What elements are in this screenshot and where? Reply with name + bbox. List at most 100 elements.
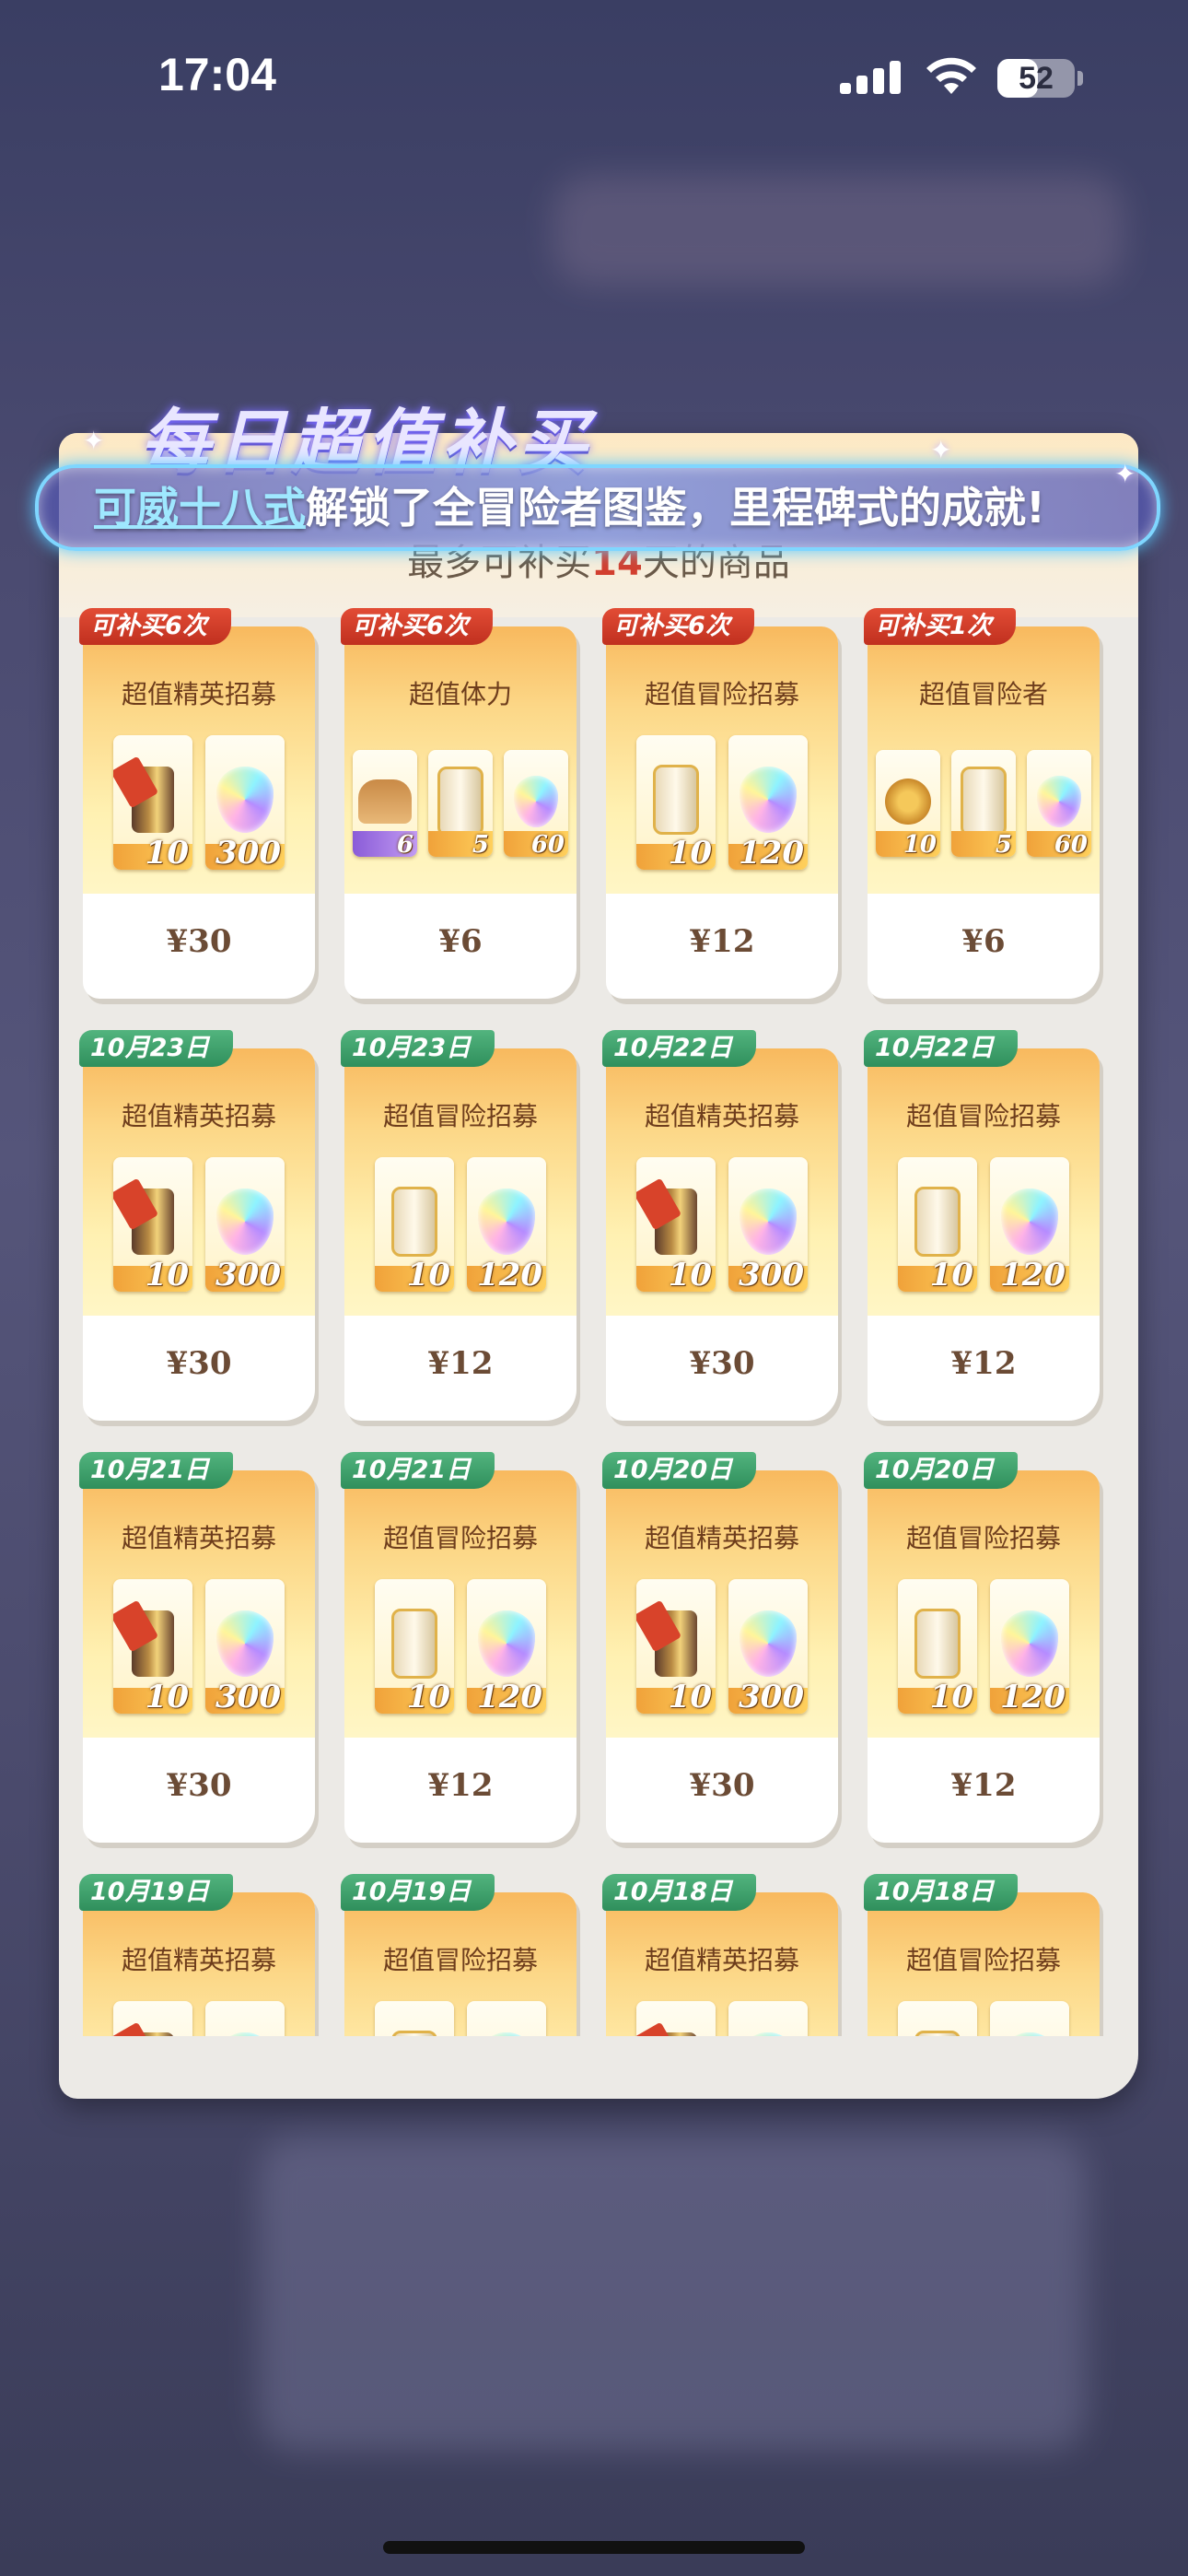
price-button[interactable]: ¥12 <box>868 1767 1100 1804</box>
player-name-link[interactable]: 可威十八式 <box>94 483 306 533</box>
item-count: 10 <box>145 1257 189 1292</box>
reward-items: 10 120 <box>868 1157 1100 1295</box>
home-indicator[interactable] <box>383 2541 805 2554</box>
date-badge: 10月22日 <box>602 1030 757 1067</box>
reward-item[interactable] <box>898 2001 977 2036</box>
reward-item[interactable]: 10 <box>113 1579 192 1714</box>
item-count: 60 <box>1054 831 1088 857</box>
price-button[interactable]: ¥12 <box>344 1767 577 1804</box>
date-badge: 10月22日 <box>864 1030 1019 1067</box>
card-body: 超值冒险者 10 5 60 ¥6 <box>868 626 1100 999</box>
card-body: 超值精英招募 10 300 ¥30 <box>83 1470 315 1843</box>
product-card[interactable]: 超值精英招募 10 300 ¥30 10月23日 <box>79 1030 315 1421</box>
reward-item[interactable] <box>113 2001 192 2036</box>
reward-item[interactable]: 10 <box>113 735 192 870</box>
item-count: 300 <box>739 1679 804 1714</box>
item-count: 120 <box>477 1257 542 1292</box>
reward-item[interactable]: 10 <box>375 1579 454 1714</box>
reward-item[interactable]: 10 <box>636 1579 716 1714</box>
diamond-gem-icon <box>740 1610 797 1678</box>
achievement-notification-banner: 可威十八式解锁了全冒险者图鉴，里程碑式的成就! <box>35 464 1160 551</box>
reward-items: 10 300 <box>83 1157 315 1295</box>
battery-percent: 52 <box>1019 61 1054 96</box>
product-card[interactable]: 超值体力 6 5 60 ¥6 可补买6次 <box>341 608 577 999</box>
product-name: 超值冒险招募 <box>905 1523 1061 1553</box>
reward-item[interactable] <box>467 2001 546 2036</box>
reward-item[interactable]: 10 <box>636 735 716 870</box>
status-time: 17:04 <box>158 49 276 100</box>
price-button[interactable]: ¥30 <box>83 1767 315 1804</box>
reward-item[interactable]: 10 <box>375 1157 454 1292</box>
product-card[interactable]: 超值冒险招募 10 120 ¥12 10月20日 <box>864 1452 1100 1843</box>
reward-item[interactable] <box>990 2001 1069 2036</box>
product-card[interactable]: 超值冒险招募 10 120 ¥12 10月22日 <box>864 1030 1100 1421</box>
item-count: 120 <box>477 1679 542 1714</box>
diamond-gem-icon <box>1037 775 1081 827</box>
card-body: 超值精英招募 10 300 ¥30 <box>606 1048 838 1421</box>
product-name: 超值冒险招募 <box>905 1101 1061 1131</box>
reward-item[interactable]: 300 <box>205 1157 285 1292</box>
reward-items <box>606 2001 838 2036</box>
product-card[interactable]: 超值精英招募 10 300 ¥30 可补买6次 <box>79 608 315 999</box>
reward-item[interactable]: 120 <box>990 1157 1069 1292</box>
price-button[interactable]: ¥30 <box>606 1767 838 1804</box>
product-card[interactable]: 超值冒险招募 10 120 ¥12 10月21日 <box>341 1452 577 1843</box>
reward-item[interactable] <box>375 2001 454 2036</box>
reward-item[interactable]: 6 <box>353 750 417 857</box>
reward-item[interactable]: 120 <box>467 1157 546 1292</box>
reward-item[interactable]: 300 <box>205 735 285 870</box>
reward-item[interactable]: 10 <box>876 750 940 857</box>
reward-item[interactable]: 5 <box>951 750 1016 857</box>
reward-item[interactable]: 60 <box>1027 750 1091 857</box>
battery-tip <box>1077 71 1083 86</box>
item-count: 10 <box>668 1257 712 1292</box>
reward-item[interactable]: 10 <box>113 1157 192 1292</box>
product-name: 超值冒险招募 <box>382 1523 538 1553</box>
product-card[interactable]: 超值精英招募 10 300 ¥30 10月20日 <box>602 1452 838 1843</box>
adventure-scroll-icon <box>914 1609 961 1680</box>
reward-item[interactable]: 120 <box>990 1579 1069 1714</box>
price-button[interactable]: ¥12 <box>344 1345 577 1382</box>
item-count: 10 <box>406 1679 450 1714</box>
reward-item[interactable]: 10 <box>898 1579 977 1714</box>
product-card[interactable]: 超值冒险者 10 5 60 ¥6 可补买1次 <box>864 608 1100 999</box>
item-count: 300 <box>215 835 281 870</box>
product-card[interactable]: 超值冒险招募 10月19日 <box>341 1874 577 2036</box>
product-name: 超值精英招募 <box>121 1523 276 1553</box>
product-card[interactable]: 超值冒险招募 10月18日 <box>864 1874 1100 2036</box>
product-name: 超值精英招募 <box>121 1101 276 1131</box>
reward-item[interactable]: 300 <box>728 1579 808 1714</box>
price-button[interactable]: ¥12 <box>606 923 838 960</box>
repurchase-count-badge: 可补买1次 <box>864 608 1016 645</box>
reward-item[interactable]: 10 <box>898 1157 977 1292</box>
product-card[interactable]: 超值精英招募 10月18日 <box>602 1874 838 2036</box>
price-button[interactable]: ¥30 <box>83 1345 315 1382</box>
item-count: 10 <box>668 1679 712 1714</box>
price-button[interactable]: ¥30 <box>83 923 315 960</box>
date-badge: 10月19日 <box>341 1874 495 1911</box>
diamond-gem-icon <box>478 1610 535 1678</box>
reward-item[interactable]: 60 <box>504 750 568 857</box>
reward-item[interactable]: 120 <box>467 1579 546 1714</box>
card-body: 超值冒险招募 <box>868 1892 1100 2036</box>
price-button[interactable]: ¥12 <box>868 1345 1100 1382</box>
product-card[interactable]: 超值精英招募 10 300 ¥30 10月21日 <box>79 1452 315 1843</box>
product-card[interactable]: 超值精英招募 10月19日 <box>79 1874 315 2036</box>
reward-item[interactable]: 300 <box>728 1157 808 1292</box>
reward-item[interactable]: 10 <box>636 1157 716 1292</box>
price-button[interactable]: ¥30 <box>606 1345 838 1382</box>
date-badge: 10月20日 <box>864 1452 1019 1489</box>
price-button[interactable]: ¥6 <box>868 923 1100 960</box>
product-card[interactable]: 超值冒险招募 10 120 ¥12 可补买6次 <box>602 608 838 999</box>
price-button[interactable]: ¥6 <box>344 923 577 960</box>
product-card[interactable]: 超值精英招募 10 300 ¥30 10月22日 <box>602 1030 838 1421</box>
reward-item[interactable] <box>636 2001 716 2036</box>
reward-item[interactable]: 5 <box>428 750 493 857</box>
reward-item[interactable] <box>205 2001 285 2036</box>
date-badge: 10月18日 <box>864 1874 1019 1911</box>
product-card[interactable]: 超值冒险招募 10 120 ¥12 10月23日 <box>341 1030 577 1421</box>
reward-item[interactable]: 120 <box>728 735 808 870</box>
product-grid: 超值精英招募 10 300 ¥30 可补买6次 超值体力 6 5 60 ¥6 可补买6次 超值冒险招募… <box>79 608 1109 2036</box>
reward-item[interactable] <box>728 2001 808 2036</box>
reward-item[interactable]: 300 <box>205 1579 285 1714</box>
